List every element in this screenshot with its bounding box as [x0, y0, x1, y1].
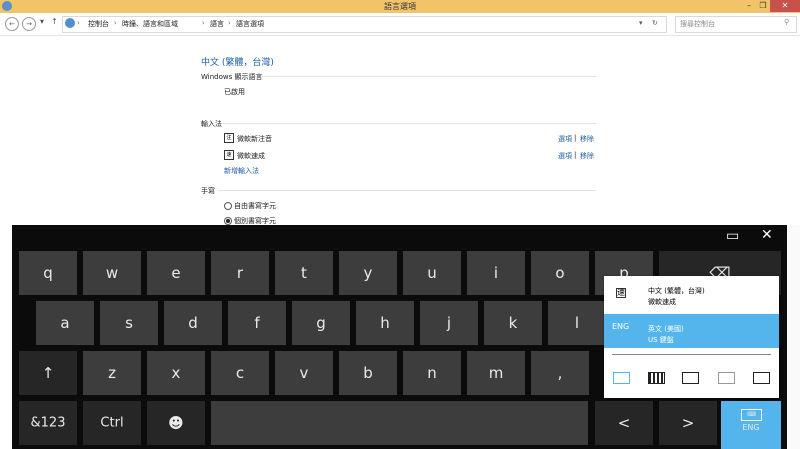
language-item-chinese[interactable]: 速 中文 (繁體，台灣) 微軟速成 [604, 276, 779, 310]
ctrl-key[interactable]: Ctrl [83, 401, 141, 445]
hide-keyboard-icon[interactable] [753, 372, 770, 384]
shift-key[interactable]: ↑ [19, 351, 77, 395]
left-arrow-key[interactable]: < [595, 401, 653, 445]
up-icon[interactable]: ↑ [51, 17, 58, 26]
split-keyboard-icon[interactable] [648, 372, 665, 384]
ime-remove-link[interactable]: 移除 [580, 151, 594, 161]
search-icon: ⚲ [784, 18, 790, 26]
divider [218, 190, 596, 191]
minimize-button[interactable]: – [742, 0, 756, 12]
breadcrumb[interactable]: › 控制台 › 時鐘、語言和區域 › 語言 › 語言選項 ▾ ↻ [62, 16, 667, 33]
freeform-radio[interactable] [224, 202, 232, 210]
shift-arrow-icon: ↑ [41, 364, 55, 382]
key-f[interactable]: f [228, 301, 286, 345]
ime-remove-link[interactable]: 移除 [580, 134, 594, 144]
key-v[interactable]: v [275, 351, 333, 395]
title-bar: 語言選項 – ❐ ✕ [0, 0, 800, 13]
refresh-icon[interactable]: ↻ [652, 19, 658, 27]
breadcrumb-sep-icon: › [114, 19, 117, 27]
link-separator: | [574, 151, 577, 159]
key-r[interactable]: r [211, 251, 269, 295]
key-i[interactable]: i [467, 251, 525, 295]
key-j[interactable]: j [420, 301, 478, 345]
divider [612, 354, 771, 355]
key-q[interactable]: q [19, 251, 77, 295]
full-keyboard-icon[interactable] [718, 372, 735, 384]
language-item-english[interactable]: ENG 英文 (美國) US 鍵盤 [604, 314, 779, 348]
bopomofo-ime-icon: 注 [224, 133, 234, 143]
ime-options-link[interactable]: 選項 [558, 134, 572, 144]
input-method-heading: 輸入法 [201, 120, 222, 128]
key-z[interactable]: z [83, 351, 141, 395]
freeform-label: 自由書寫字元 [234, 202, 276, 210]
symbols-key[interactable]: &123 [19, 401, 77, 445]
quick-ime-icon: 速 [616, 288, 626, 298]
forward-icon[interactable]: → [22, 17, 36, 31]
key-x[interactable]: x [147, 351, 205, 395]
quick-ime-icon: 速 [224, 150, 234, 160]
key-y[interactable]: y [339, 251, 397, 295]
key-d[interactable]: d [164, 301, 222, 345]
key-k[interactable]: k [484, 301, 542, 345]
link-separator: | [574, 134, 577, 142]
crumb-language-options[interactable]: 語言選項 [236, 19, 264, 29]
key-t[interactable]: t [275, 251, 333, 295]
dock-keyboard-icon[interactable]: ▭ [726, 228, 739, 244]
key-b[interactable]: b [339, 351, 397, 395]
search-placeholder: 搜尋控制台 [680, 20, 715, 28]
language-key[interactable]: ⌨ ENG [721, 401, 781, 449]
close-button[interactable]: ✕ [770, 0, 800, 12]
key-c[interactable]: c [211, 351, 269, 395]
key-e[interactable]: e [147, 251, 205, 295]
add-input-method-link[interactable]: 新增輸入法 [224, 166, 259, 176]
search-input[interactable]: 搜尋控制台 ⚲ [675, 16, 797, 33]
maximize-button[interactable]: ❐ [756, 0, 770, 12]
handwriting-icon[interactable] [682, 372, 699, 384]
close-keyboard-button[interactable]: ✕ [761, 227, 773, 243]
divider [262, 76, 596, 77]
crumb-language[interactable]: 語言 [210, 19, 224, 29]
crumb-clock-language[interactable]: 時鐘、語言和區域 [122, 19, 178, 29]
key-u[interactable]: u [403, 251, 461, 295]
window-title: 語言選項 [384, 2, 416, 11]
standard-keyboard-icon[interactable] [613, 372, 630, 384]
language-switcher-popup: 速 中文 (繁體，台灣) 微軟速成 ENG 英文 (美國) US 鍵盤 [604, 276, 779, 398]
key-s[interactable]: s [100, 301, 158, 345]
scroll-area [787, 225, 800, 449]
emoji-key[interactable]: ☻ [147, 401, 205, 445]
address-bar: ← → ▾ ↑ › 控制台 › 時鐘、語言和區域 › 語言 › 語言選項 ▾ ↻… [0, 13, 800, 36]
control-panel-icon [65, 18, 75, 28]
display-language-status: 已啟用 [224, 88, 245, 96]
key-h[interactable]: h [356, 301, 414, 345]
divider [222, 123, 596, 124]
ime-name: 微軟新注音 [237, 135, 272, 143]
key-a[interactable]: a [36, 301, 94, 345]
address-dropdown-icon[interactable]: ▾ [639, 19, 643, 27]
breadcrumb-sep-icon: › [77, 19, 80, 27]
breadcrumb-sep-icon: › [228, 19, 231, 27]
handwriting-heading: 手寫 [201, 187, 215, 195]
key-l[interactable]: l [548, 301, 606, 345]
key-w[interactable]: w [83, 251, 141, 295]
key-o[interactable]: o [531, 251, 589, 295]
back-icon[interactable]: ← [5, 17, 19, 31]
language-title: 中文 (繁體，台灣) [201, 58, 274, 68]
key-m[interactable]: m [467, 351, 525, 395]
key-comma[interactable]: , [531, 351, 589, 395]
key-g[interactable]: g [292, 301, 350, 345]
breadcrumb-sep-icon: › [202, 19, 205, 27]
recent-dropdown-icon[interactable]: ▾ [40, 17, 44, 26]
ime-options-link[interactable]: 選項 [558, 151, 572, 161]
per-character-radio[interactable] [224, 217, 232, 225]
right-arrow-key[interactable]: > [659, 401, 717, 445]
ime-name: 微軟速成 [237, 152, 265, 160]
windows-display-language-heading: Windows 顯示語言 [201, 73, 263, 81]
space-key[interactable] [211, 401, 588, 445]
crumb-control-panel[interactable]: 控制台 [88, 19, 109, 29]
emoji-icon: ☻ [168, 414, 184, 432]
key-n[interactable]: n [403, 351, 461, 395]
keyboard-icon: ⌨ [741, 409, 762, 421]
